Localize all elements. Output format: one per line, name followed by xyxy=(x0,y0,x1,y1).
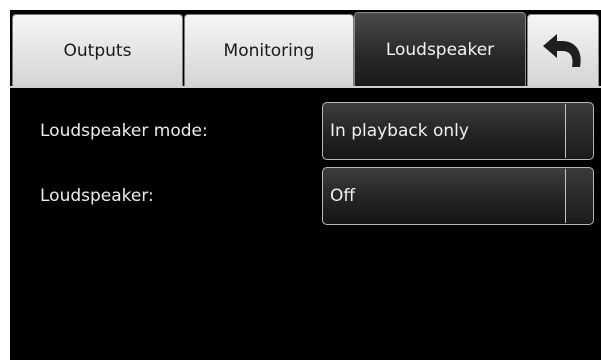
tab-bar-underline xyxy=(10,86,601,88)
tab-monitoring-label: Monitoring xyxy=(223,40,315,61)
undo-arrow-icon xyxy=(543,33,581,67)
tab-loudspeaker-label: Loudspeaker xyxy=(385,39,495,60)
loudspeaker-mode-value: In playback only xyxy=(330,121,469,141)
loudspeaker-label: Loudspeaker: xyxy=(40,186,154,206)
loudspeaker-dropdown-handle[interactable] xyxy=(565,169,592,223)
tab-loudspeaker[interactable]: Loudspeaker xyxy=(354,12,526,86)
back-button[interactable] xyxy=(527,14,599,86)
loudspeaker-mode-selector[interactable]: In playback only xyxy=(322,102,594,160)
loudspeaker-mode-dropdown-handle[interactable] xyxy=(565,104,592,158)
tab-monitoring[interactable]: Monitoring xyxy=(184,14,354,86)
loudspeaker-value: Off xyxy=(330,186,356,206)
tab-outputs-label: Outputs xyxy=(63,40,132,61)
loudspeaker-settings-screen: Outputs Monitoring Loudspeaker Loudspeak… xyxy=(10,10,601,360)
loudspeaker-mode-label: Loudspeaker mode: xyxy=(40,121,208,141)
tab-outputs[interactable]: Outputs xyxy=(12,14,183,86)
loudspeaker-selector[interactable]: Off xyxy=(322,167,594,225)
